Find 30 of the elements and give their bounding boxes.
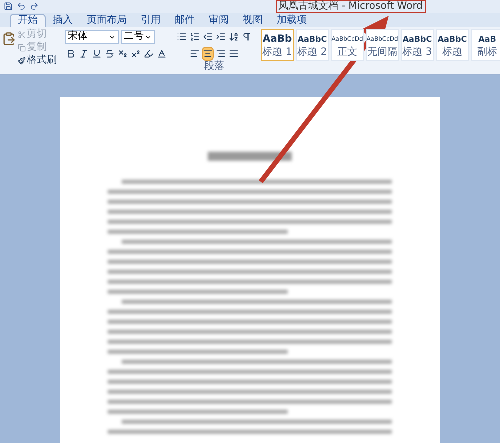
paste-icon[interactable] [2,32,16,46]
style-gallery-item[interactable]: AaBbC 标题 [436,29,469,61]
clipboard-command[interactable]: 格式刷 [18,54,57,67]
redo-icon[interactable] [30,2,39,11]
dropdown-caret-icon [109,34,116,40]
ribbon-tab[interactable]: 加载项 [270,15,314,27]
scissors-icon [18,30,26,38]
ribbon-tab[interactable]: 视图 [236,15,270,27]
style-gallery-item[interactable]: AaBb 标题 1 [261,29,294,61]
style-gallery-item[interactable]: AaBbC 标题 3 [401,29,434,61]
copy-icon [18,44,26,52]
highlighter-icon[interactable] [143,47,155,61]
dropdown-caret-icon [145,34,152,40]
italic-icon[interactable] [78,47,90,61]
brush-icon [18,56,26,64]
font-size-field[interactable]: 二号 [121,30,155,44]
ribbon-tab[interactable]: 引用 [134,15,168,27]
window-title: 凤凰古城文档 - Microsoft Word [276,0,426,13]
align-center-icon[interactable] [202,47,214,61]
group-label: 段落 [204,61,224,72]
ribbon-tab[interactable]: 审阅 [202,15,236,27]
style-gallery-item[interactable]: AaBbC 标题 2 [296,29,329,61]
font-name-field[interactable]: 宋体 [65,30,119,44]
undo-icon[interactable] [17,2,26,11]
ribbon-tab[interactable]: 开始 [10,14,46,27]
save-icon[interactable] [4,2,13,11]
ribbon-tab[interactable]: 插入 [46,15,80,27]
style-gallery-item[interactable]: AaB 副标 [471,29,500,61]
ribbon-tab[interactable]: 页面布局 [80,15,134,27]
ribbon-tab[interactable]: 邮件 [168,15,202,27]
